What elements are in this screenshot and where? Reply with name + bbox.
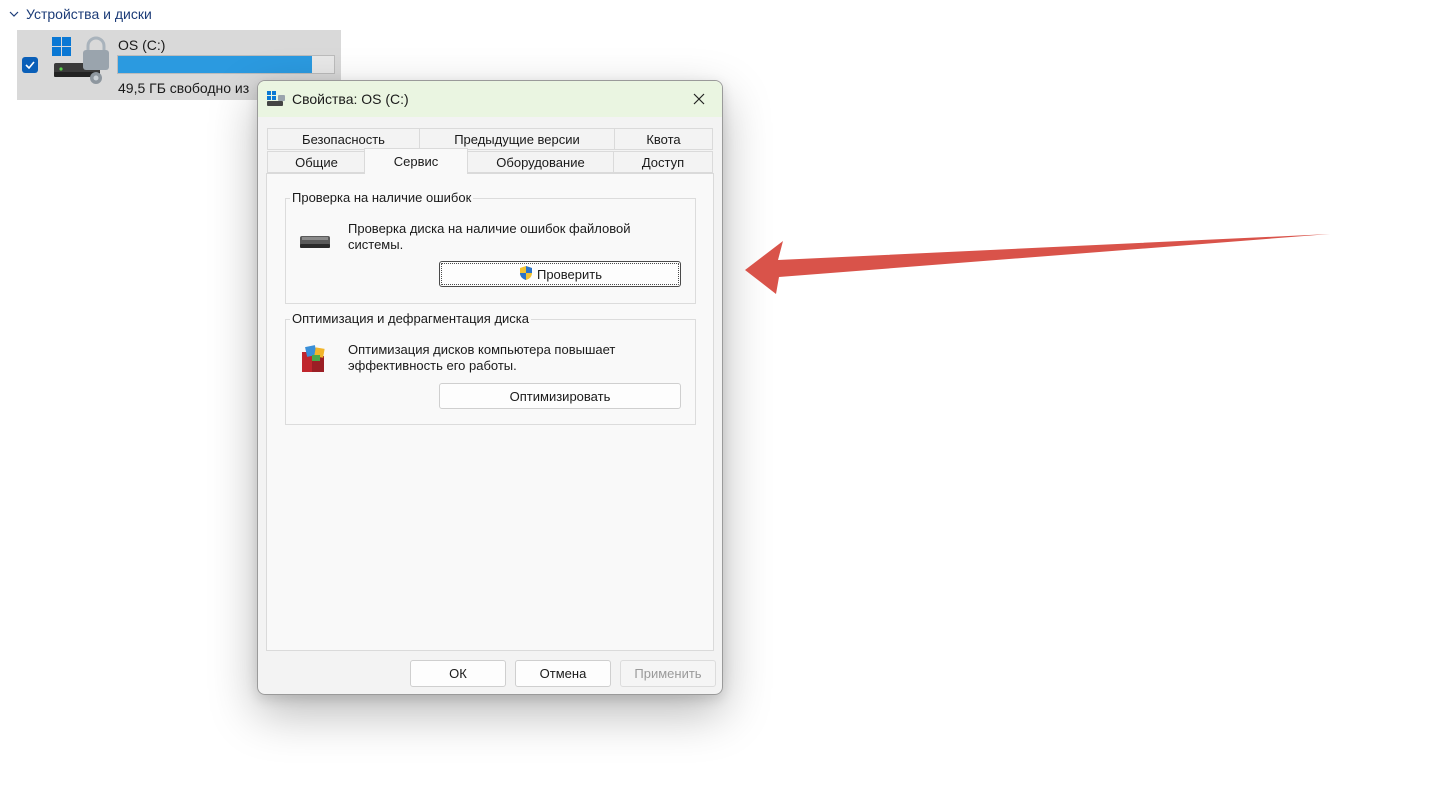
tab-tools[interactable]: Сервис bbox=[364, 148, 468, 174]
annotation-arrow bbox=[745, 234, 1330, 294]
